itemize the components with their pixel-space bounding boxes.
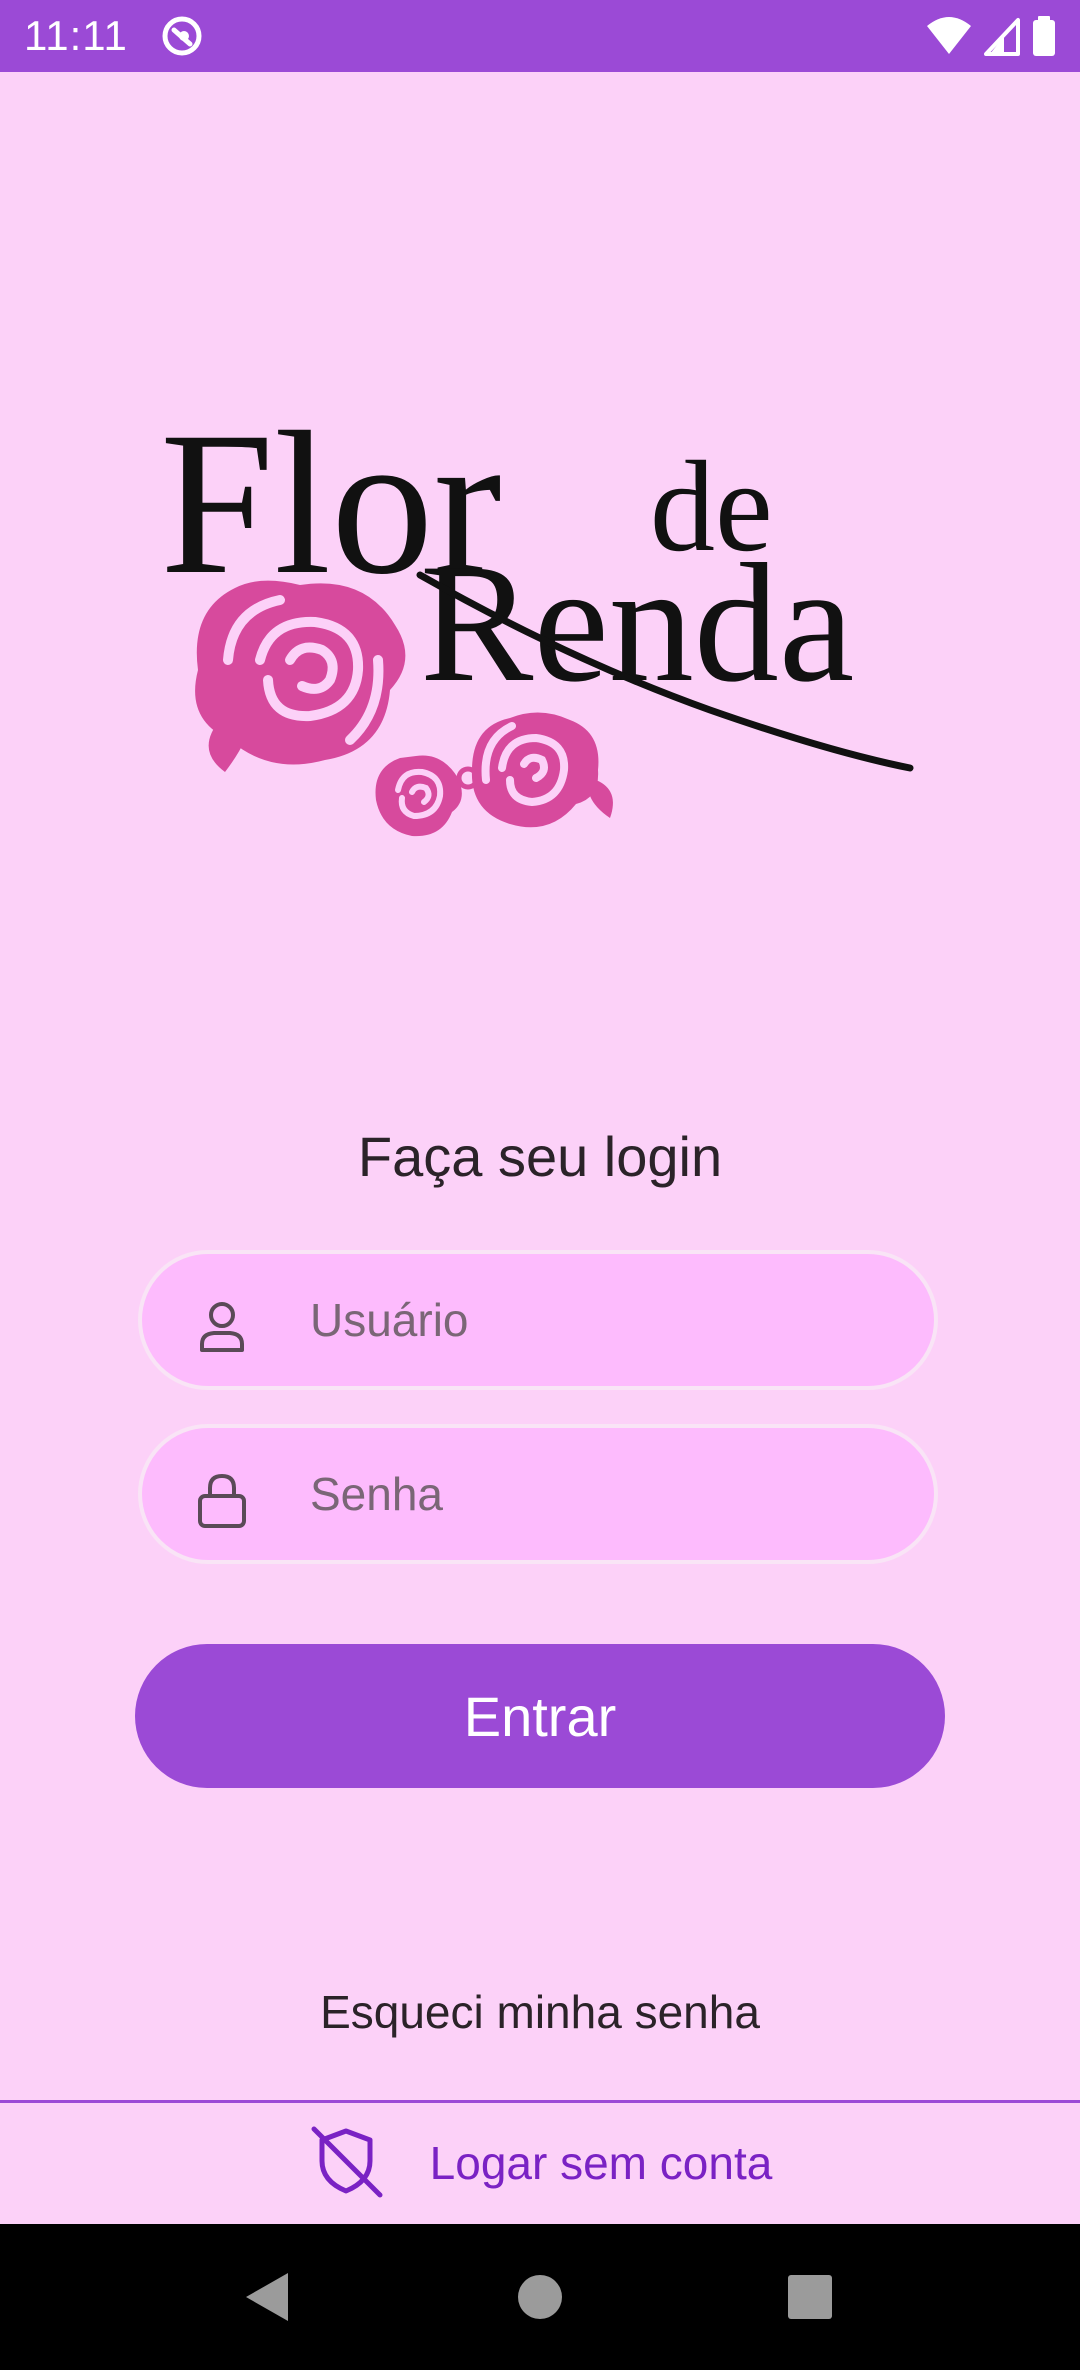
forgot-password-link[interactable]: Esqueci minha senha	[0, 1985, 1080, 2039]
login-title: Faça seu login	[357, 1125, 723, 1188]
home-icon[interactable]	[516, 2224, 564, 2370]
person-icon	[194, 1298, 250, 1359]
wifi-icon	[927, 17, 972, 54]
back-icon[interactable]	[240, 2224, 296, 2370]
status-time: 11:11	[24, 12, 128, 59]
status-bar: 11:11	[0, 0, 1080, 72]
guest-login-button[interactable]: Logar sem conta	[0, 2103, 1080, 2223]
system-icons	[921, 14, 1058, 63]
battery-icon	[1033, 16, 1055, 56]
sync-icon	[160, 14, 204, 63]
rose-large	[195, 580, 406, 772]
login-button[interactable]: Entrar	[135, 1644, 945, 1788]
rose-medium	[471, 712, 613, 828]
guest-login-label: Logar sem conta	[429, 2137, 773, 2189]
flor-de-renda-logo: Flor de Renda	[150, 360, 930, 850]
signal-icon	[983, 18, 1020, 56]
shield-off-icon	[308, 2123, 384, 2204]
recents-icon[interactable]	[786, 2224, 834, 2370]
navigation-bar	[0, 2224, 1080, 2370]
username-field[interactable]	[138, 1250, 938, 1390]
password-field[interactable]	[138, 1424, 938, 1564]
lock-icon	[194, 1472, 250, 1533]
username-input[interactable]	[310, 1254, 900, 1386]
rose-small	[375, 755, 462, 837]
password-input[interactable]	[310, 1428, 900, 1560]
logo-word-renda: Renda	[420, 529, 854, 717]
